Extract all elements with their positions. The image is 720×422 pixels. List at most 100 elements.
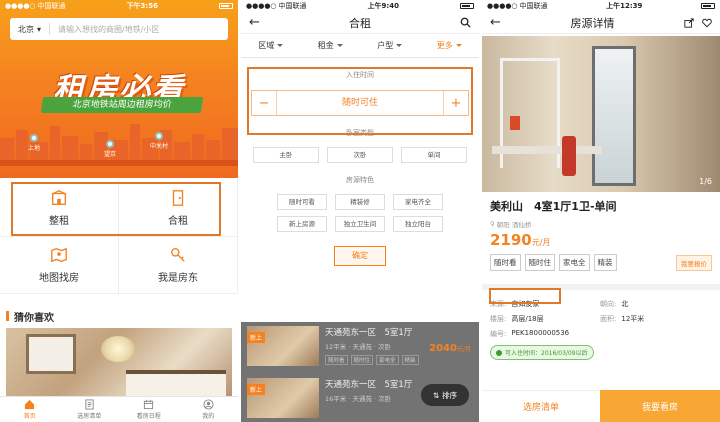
user-icon — [203, 399, 214, 410]
tile-whole-rent[interactable]: 整租 — [0, 180, 119, 237]
page-title: 房源详情 — [570, 16, 615, 30]
tab-label: 首页 — [23, 413, 36, 420]
feature-option[interactable]: 家电齐全 — [393, 194, 443, 210]
sort-label: 排序 — [442, 390, 458, 400]
bottom-action-bar: 选房清单 我要看房 — [482, 390, 720, 422]
list-icon — [85, 399, 94, 410]
chevron-down-icon: ▾ — [37, 24, 42, 34]
listing-tag: 随时住 — [350, 355, 374, 365]
attr-value: 12平米 — [621, 314, 645, 323]
tile-label: 我是房东 — [158, 273, 198, 284]
category-grid: 整租 合租 地图找房 我是房东 — [0, 180, 238, 294]
listing-title: 美利山 4室1厅1卫-单间 — [490, 200, 617, 213]
triangle-down-icon — [396, 44, 403, 47]
listing-location: ⚲ 朝阳 酒仙桥 — [490, 219, 712, 229]
listing-thumbnail: 新上 — [247, 378, 319, 418]
signal-icon: ●●●●○ — [487, 2, 518, 10]
listing-price: 2190元/月 — [490, 231, 712, 249]
listing-title: 天通苑东一区 5室1厅 — [325, 328, 413, 338]
room-option-master[interactable]: 主卧 — [253, 147, 319, 163]
listing-photo-carousel[interactable]: 1/6 — [482, 36, 720, 192]
filter-more[interactable]: 更多 — [437, 40, 462, 51]
tab-schedule[interactable]: 看房日程 — [119, 397, 179, 422]
attr-key: 来源: — [490, 299, 507, 308]
tile-label: 合租 — [168, 216, 188, 227]
feature-option[interactable]: 独立阳台 — [393, 216, 443, 232]
share-icon[interactable] — [684, 17, 694, 28]
attr-area: 面积: 12平米 — [600, 314, 710, 324]
feature-option[interactable]: 新上房源 — [277, 216, 327, 232]
battery-icon — [701, 3, 715, 9]
recommended-room-photo[interactable] — [6, 328, 232, 396]
tile-shared-rent[interactable]: 合租 — [119, 180, 238, 237]
tile-map-search[interactable]: 地图找房 — [0, 237, 119, 294]
building-icon — [51, 190, 67, 205]
price-unit: 元/月 — [531, 238, 551, 247]
confirm-button[interactable]: 确定 — [334, 246, 386, 266]
tile-label: 整租 — [49, 216, 69, 227]
location-text: 朝阳 酒仙桥 — [496, 221, 532, 229]
listing-summary: 美利山 4室1厅1卫-单间 ⚲ 朝阳 酒仙桥 2190元/月 随时看 随时住 家电… — [482, 198, 720, 271]
listing-tag: 随时看 — [325, 355, 348, 365]
filter-district[interactable]: 区域 — [258, 40, 284, 51]
book-viewing-button[interactable]: 我要看房 — [600, 390, 720, 422]
back-arrow-icon[interactable]: ← — [249, 15, 260, 30]
carrier-label: 中国联通 — [37, 2, 66, 10]
filter-label: 户型 — [377, 41, 394, 50]
hero-subtitle-banner: 北京地铁站周边租房均价 — [40, 97, 204, 113]
calendar-icon — [144, 399, 154, 410]
tile-landlord[interactable]: 我是房东 — [119, 237, 238, 294]
listing-tags: 随时看 随时住 家电全 精装 — [325, 355, 473, 365]
tab-home[interactable]: 首页 — [0, 397, 60, 422]
plus-button[interactable]: + — [444, 91, 468, 115]
movein-stepper[interactable]: − 随时可住 + — [251, 90, 469, 116]
city-selector[interactable]: 北京 ▾ — [10, 23, 51, 35]
status-bar: ●●●●○ 中国联通 上午9:40 — [241, 0, 479, 12]
feature-option[interactable]: 独立卫生间 — [335, 216, 385, 232]
attr-value: PEK1800000536 — [511, 328, 570, 337]
search-input[interactable]: 请输入想找的商圈/地铁/小区 — [50, 24, 159, 35]
section-title: 猜你喜欢 — [14, 312, 54, 324]
tab-shortlist[interactable]: 选房清单 — [60, 397, 120, 422]
shared-rent-filter-screen: ●●●●○ 中国联通 上午9:40 ← 合租 区域 租金 户型 更多 入住时间 −… — [241, 0, 479, 422]
search-icon[interactable] — [460, 17, 471, 28]
feature-option[interactable]: 随时可看 — [277, 194, 327, 210]
room-option-secondary[interactable]: 次卧 — [327, 147, 393, 163]
clock: 上午9:40 — [367, 2, 399, 10]
tab-profile[interactable]: 我的 — [179, 397, 239, 422]
list-item[interactable]: 新上 天通苑东一区 5室1厅 12平米 · 天通苑 · 次卧 2040元/月 随… — [241, 322, 479, 368]
sort-icon: ⇅ — [432, 390, 440, 400]
room-option-single[interactable]: 单间 — [401, 147, 467, 163]
attr-source: 来源: 自如友家 — [490, 299, 600, 309]
tab-label: 选房清单 — [77, 413, 102, 420]
attr-orientation: 朝向: 北 — [600, 299, 710, 309]
feature-section-label: 房源特色 — [346, 176, 374, 184]
back-arrow-icon[interactable]: ← — [490, 15, 501, 30]
quote-button[interactable]: 我要报价 — [676, 254, 712, 271]
hero-banner[interactable]: ●●●●○ 中国联通 下午3:56 北京 ▾ 请输入想找的商圈/地铁/小区 租房必看… — [0, 0, 238, 178]
price-value: 2040 — [429, 343, 457, 354]
listing-tags: 随时看 随时住 家电全 精装 我要报价 — [490, 254, 712, 271]
status-bar: ●●●●○ 中国联通 下午3:56 — [0, 0, 238, 12]
room-type-options: 主卧 次卧 单间 — [241, 147, 479, 163]
carrier-label: 中国联通 — [278, 2, 307, 10]
new-badge: 新上 — [247, 384, 266, 395]
tab-label: 我的 — [202, 413, 215, 420]
heart-icon[interactable] — [702, 18, 712, 28]
feature-options: 随时可看 精装修 家电齐全 新上房源 独立卫生间 独立阳台 — [241, 194, 479, 232]
filter-rent[interactable]: 租金 — [318, 40, 343, 51]
map-icon — [51, 247, 67, 263]
clock-icon — [496, 349, 502, 356]
dimmed-listing-overlay[interactable]: 新上 天通苑东一区 5室1厅 12平米 · 天通苑 · 次卧 2040元/月 随… — [241, 322, 479, 422]
pin-label: 上地 — [28, 145, 41, 152]
filter-layout[interactable]: 户型 — [377, 40, 403, 51]
search-bar[interactable]: 北京 ▾ 请输入想找的商圈/地铁/小区 — [10, 18, 228, 40]
listing-tag: 家电全 — [376, 355, 399, 365]
shortlist-button[interactable]: 选房清单 — [482, 390, 600, 422]
road-illustration — [0, 160, 238, 166]
feature-option[interactable]: 精装修 — [335, 194, 385, 210]
minus-button[interactable]: − — [252, 91, 276, 115]
sort-button[interactable]: ⇅ 排序 — [421, 384, 469, 406]
clock: 下午3:56 — [126, 2, 158, 10]
attr-key: 朝向: — [600, 299, 617, 308]
